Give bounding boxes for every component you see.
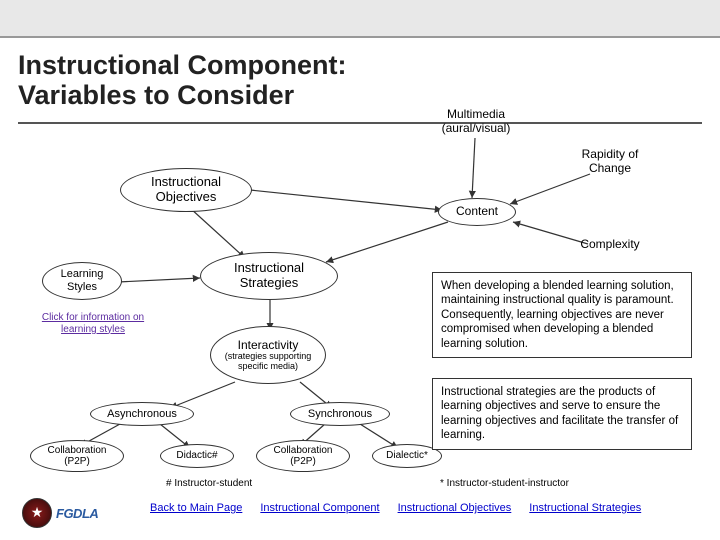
node-collab-sync: Collaboration (P2P) [256,440,350,472]
rapidity-label: Rapidity of Change [582,147,639,175]
node-instructional-objectives: Instructional Objectives [120,168,252,212]
nav-links: Back to Main Page Instructional Componen… [150,502,641,514]
node-content: Content [438,198,516,226]
didactic-label: Didactic# [176,450,217,462]
nav-strategies[interactable]: Instructional Strategies [529,502,641,514]
instr-objectives-label: Instructional Objectives [125,175,247,205]
node-instructional-strategies: Instructional Strategies [200,252,338,300]
logo-text: FGDLA [56,506,98,521]
dialectic-label: Dialectic* [386,450,428,462]
title-line-1: Instructional Component: [18,50,702,80]
instr-strategies-label: Instructional Strategies [205,261,333,291]
footnote-hash-text: # Instructor-student [166,478,252,489]
logo: FGDLA [22,498,98,528]
para2-text: Instructional strategies are the product… [441,386,678,441]
node-collab-async: Collaboration (P2P) [30,440,124,472]
nav-back[interactable]: Back to Main Page [150,502,242,514]
logo-seal-icon [22,498,52,528]
learning-styles-link-text[interactable]: Click for information on learning styles [42,312,144,335]
footnote-star-text: * Instructor-student-instructor [440,478,569,489]
learning-styles-label: Learning Styles [47,268,117,293]
interactivity-subtitle: (strategies supporting specific media) [215,352,321,371]
node-didactic: Didactic# [160,444,234,468]
collab-async-label: Collaboration (P2P) [35,445,119,468]
title-area: Instructional Component: Variables to Co… [18,50,702,124]
title-line-2: Variables to Consider [18,80,702,110]
node-interactivity: Interactivity (strategies supporting spe… [210,326,326,384]
link-learning-styles-info[interactable]: Click for information on learning styles [38,312,148,335]
nav-objectives[interactable]: Instructional Objectives [398,502,512,514]
footnote-hash: # Instructor-student [166,478,252,489]
multimedia-label: Multimedia (aural/visual) [442,107,511,135]
node-rapidity: Rapidity of Change [570,148,650,176]
node-multimedia: Multimedia (aural/visual) [430,108,522,136]
nav-component[interactable]: Instructional Component [260,502,379,514]
collab-sync-label: Collaboration (P2P) [261,445,345,468]
textbox-para2: Instructional strategies are the product… [432,378,692,450]
footnote-star: * Instructor-student-instructor [440,478,569,489]
node-learning-styles: Learning Styles [42,262,122,300]
interactivity-title: Interactivity [238,339,299,353]
para1-text: When developing a blended learning solut… [441,280,674,350]
content-label: Content [456,205,498,219]
synchronous-label: Synchronous [308,408,372,421]
textbox-para1: When developing a blended learning solut… [432,272,692,358]
top-bar [0,0,720,38]
node-synchronous: Synchronous [290,402,390,426]
asynchronous-label: Asynchronous [107,408,177,421]
node-complexity: Complexity [570,238,650,252]
complexity-label: Complexity [580,237,639,251]
node-asynchronous: Asynchronous [90,402,194,426]
